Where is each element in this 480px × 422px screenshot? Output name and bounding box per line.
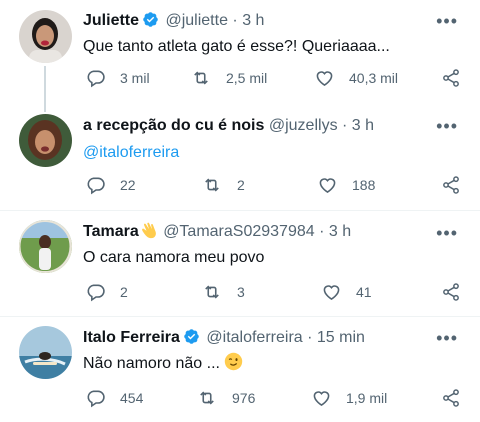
share-icon: [441, 68, 461, 88]
retweet-count: 2,5 mil: [226, 70, 268, 86]
heart-icon: [321, 282, 342, 302]
retweet-icon: [190, 68, 212, 88]
retweet-count: 2: [237, 177, 245, 193]
retweet-count: 976: [232, 390, 256, 406]
like-count: 40,3 mil: [349, 70, 399, 86]
reply-icon: [86, 68, 106, 88]
timestamp[interactable]: 15 min: [317, 329, 365, 346]
tweet-text-wrap: Não namoro não ...: [83, 352, 460, 378]
retweet-button[interactable]: 976: [196, 387, 255, 409]
tweet[interactable]: Tamara @TamaraS02937984 · 3 h ••• O cara…: [0, 211, 480, 317]
reply-button[interactable]: 454: [86, 387, 143, 409]
winking-face-emoji: [224, 352, 243, 378]
reply-button[interactable]: 22: [86, 174, 136, 196]
reply-icon: [86, 388, 106, 408]
tweet-header: Juliette @juliette · 3 h: [83, 10, 450, 32]
reply-count: 3 mil: [120, 70, 150, 86]
tweet-actions: 3 mil 2,5 mil 40,3 mil: [83, 67, 463, 89]
share-button[interactable]: [441, 67, 461, 89]
tweet-header: a recepção do cu é nois @juzellys · 3 h: [83, 115, 450, 137]
reply-count: 454: [120, 390, 144, 406]
more-horizontal-icon[interactable]: •••: [436, 12, 458, 30]
like-button[interactable]: 40,3 mil: [314, 67, 398, 89]
like-count: 1,9 mil: [346, 390, 388, 406]
like-count: 41: [356, 284, 372, 300]
reply-icon: [86, 282, 106, 302]
reply-icon: [86, 175, 106, 195]
tweet-text: O cara namora meu povo: [83, 249, 265, 266]
display-name[interactable]: a recepção do cu é nois: [83, 117, 264, 134]
more-horizontal-icon[interactable]: •••: [436, 117, 458, 135]
reply-button[interactable]: 3 mil: [86, 67, 150, 89]
mention-link[interactable]: @italoferreira: [83, 142, 460, 164]
share-button[interactable]: [441, 281, 461, 303]
like-count: 188: [352, 177, 376, 193]
heart-icon: [314, 68, 335, 88]
display-name[interactable]: Juliette: [83, 12, 139, 29]
reply-count: 22: [120, 177, 136, 193]
verified-badge-icon: [183, 328, 200, 352]
retweet-button[interactable]: 2: [201, 174, 245, 196]
retweet-icon: [201, 175, 223, 195]
separator: ·: [342, 117, 348, 134]
like-button[interactable]: 41: [321, 281, 372, 303]
retweet-button[interactable]: 3: [201, 281, 245, 303]
tweet-header: Tamara @TamaraS02937984 · 3 h: [83, 221, 450, 243]
tweet[interactable]: Juliette @juliette · 3 h ••• Que tanto a…: [0, 0, 480, 106]
share-button[interactable]: [441, 387, 461, 409]
timestamp[interactable]: 3 h: [329, 223, 351, 240]
tweet-actions: 2 3 41: [83, 281, 463, 303]
avatar[interactable]: [19, 326, 72, 379]
retweet-icon: [201, 282, 223, 302]
share-icon: [441, 282, 461, 302]
tweet[interactable]: Italo Ferreira @italoferreira · 15 min •…: [0, 317, 480, 422]
verified-badge-icon: [142, 11, 159, 35]
waving-hand-emoji: [139, 221, 159, 246]
more-horizontal-icon[interactable]: •••: [436, 224, 458, 242]
retweet-button[interactable]: 2,5 mil: [190, 67, 267, 89]
share-icon: [441, 388, 461, 408]
avatar[interactable]: [19, 10, 72, 63]
username[interactable]: @TamaraS02937984: [163, 223, 314, 240]
tweet-actions: 22 2 188: [83, 174, 463, 196]
separator: ·: [232, 12, 238, 29]
tweet-header: Italo Ferreira @italoferreira · 15 min: [83, 327, 450, 349]
timestamp[interactable]: 3 h: [242, 12, 264, 29]
reply-count: 2: [120, 284, 128, 300]
tweet[interactable]: a recepção do cu é nois @juzellys · 3 h …: [0, 106, 480, 212]
username[interactable]: @juzellys: [269, 117, 338, 134]
share-button[interactable]: [441, 174, 461, 196]
display-name[interactable]: Tamara: [83, 223, 139, 240]
separator: ·: [319, 223, 325, 240]
timestamp[interactable]: 3 h: [352, 117, 374, 134]
share-icon: [441, 175, 461, 195]
heart-icon: [311, 388, 332, 408]
username[interactable]: @italoferreira: [206, 329, 302, 346]
retweet-count: 3: [237, 284, 245, 300]
avatar[interactable]: [19, 220, 72, 273]
avatar[interactable]: [19, 114, 72, 167]
more-horizontal-icon[interactable]: •••: [436, 329, 458, 347]
like-button[interactable]: 188: [317, 174, 375, 196]
heart-icon: [317, 175, 338, 195]
retweet-icon: [196, 388, 218, 408]
tweet-text: Que tanto atleta gato é esse?! Queriaaaa…: [83, 38, 390, 55]
separator: ·: [307, 329, 313, 346]
reply-button[interactable]: 2: [86, 281, 128, 303]
tweet-text: Não namoro não ...: [83, 355, 220, 372]
like-button[interactable]: 1,9 mil: [311, 387, 387, 409]
username[interactable]: @juliette: [165, 12, 228, 29]
display-name[interactable]: Italo Ferreira: [83, 329, 180, 346]
tweet-actions: 454 976 1,9 mil: [83, 387, 463, 409]
